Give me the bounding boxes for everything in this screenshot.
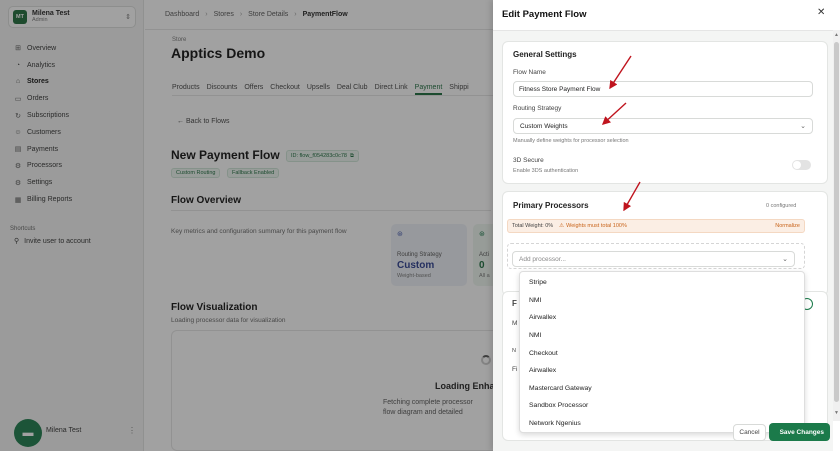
dropdown-option-nmi[interactable]: NMI: [520, 292, 804, 310]
save-changes-button[interactable]: Save Changes: [769, 423, 830, 441]
cancel-button[interactable]: Cancel: [733, 424, 766, 441]
flow-name-input[interactable]: [513, 81, 813, 97]
configured-count: 0 configured: [766, 203, 797, 209]
warning-icon: ⚠: [559, 223, 565, 229]
section-title: General Settings: [513, 50, 577, 59]
dropdown-option-stripe[interactable]: Stripe: [520, 274, 804, 292]
weight-warning-bar: Total Weight: 0% ⚠ Weights must total 10…: [507, 219, 805, 233]
dropdown-option-sandbox-processor[interactable]: Sandbox Processor: [520, 397, 804, 415]
general-settings-section: General Settings Flow Name Routing Strat…: [502, 41, 828, 184]
weight-warning-text: Weights must total 100%: [566, 223, 627, 229]
add-processor-select[interactable]: Add processor... ⌄: [512, 251, 795, 267]
dropdown-option-mastercard-gateway[interactable]: Mastercard Gateway: [520, 380, 804, 398]
drawer-title: Edit Payment Flow: [502, 9, 587, 20]
normalize-button[interactable]: Normalize: [775, 223, 800, 229]
modal-overlay[interactable]: [0, 0, 493, 451]
flow-name-label: Flow Name: [513, 69, 546, 76]
processor-dropdown: Stripe NMI Airwallex NMI Checkout Airwal…: [519, 271, 805, 433]
total-weight: Total Weight: 0%: [512, 223, 554, 229]
dropdown-option-airwallex[interactable]: Airwallex: [520, 362, 804, 380]
hidden-section-title: F: [512, 299, 517, 308]
scroll-up-icon[interactable]: ▲: [833, 32, 840, 38]
chevron-down-icon: ⌄: [782, 256, 788, 263]
chevron-down-icon: ⌄: [800, 123, 806, 130]
hidden-field-label: M: [512, 320, 518, 327]
3d-secure-label: 3D Secure: [513, 157, 544, 164]
scroll-thumb[interactable]: [834, 42, 839, 402]
routing-strategy-select[interactable]: Custom Weights ⌄: [513, 118, 813, 134]
dropdown-option-airwallex[interactable]: Airwallex: [520, 309, 804, 327]
add-processor-placeholder: Add processor...: [519, 255, 566, 263]
section-title: Primary Processors: [513, 201, 589, 210]
drawer-scrollbar[interactable]: ▲ ▼: [833, 30, 840, 421]
dropdown-option-nmi[interactable]: NMI: [520, 327, 804, 345]
dropdown-option-checkout[interactable]: Checkout: [520, 344, 804, 362]
routing-strategy-value: Custom Weights: [520, 122, 568, 130]
close-icon[interactable]: ✕: [817, 7, 825, 18]
3d-secure-toggle[interactable]: [792, 160, 811, 170]
3d-secure-hint: Enable 3DS authentication: [513, 168, 579, 174]
routing-strategy-hint: Manually define weights for processor se…: [513, 138, 629, 144]
routing-strategy-label: Routing Strategy: [513, 105, 562, 112]
hidden-field-label: Fi: [512, 366, 518, 373]
scroll-down-icon[interactable]: ▼: [833, 410, 840, 416]
hidden-field-hint: N: [512, 348, 516, 354]
